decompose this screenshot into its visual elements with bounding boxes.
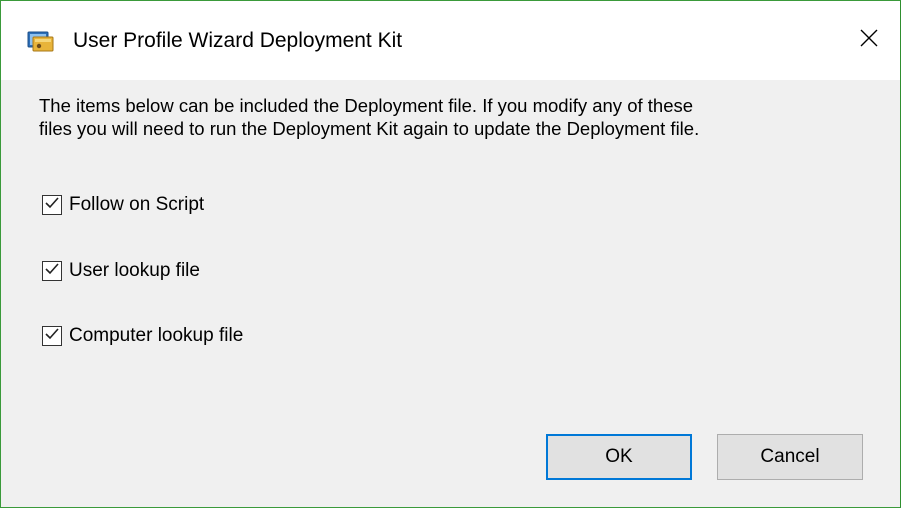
deployment-kit-icon bbox=[27, 29, 55, 53]
checkmark-icon bbox=[44, 196, 60, 215]
close-icon bbox=[859, 28, 879, 53]
title-bar[interactable]: User Profile Wizard Deployment Kit bbox=[1, 1, 900, 80]
ok-button[interactable]: OK bbox=[546, 434, 692, 480]
window-title: User Profile Wizard Deployment Kit bbox=[73, 29, 403, 52]
checkbox-label[interactable]: User lookup file bbox=[69, 259, 200, 283]
dialog-window: User Profile Wizard Deployment Kit The i… bbox=[0, 0, 901, 508]
checkbox-box[interactable] bbox=[42, 326, 62, 346]
checkbox-label[interactable]: Computer lookup file bbox=[69, 324, 243, 348]
checkbox-user-lookup-file[interactable]: User lookup file bbox=[42, 257, 200, 285]
dialog-content: The items below can be included the Depl… bbox=[1, 80, 900, 507]
checkmark-icon bbox=[44, 327, 60, 346]
cancel-button[interactable]: Cancel bbox=[717, 434, 863, 480]
description-text: The items below can be included the Depl… bbox=[39, 94, 879, 140]
checkbox-follow-on-script[interactable]: Follow on Script bbox=[42, 191, 204, 219]
checkmark-icon bbox=[44, 262, 60, 281]
checkbox-box[interactable] bbox=[42, 195, 62, 215]
checkbox-computer-lookup-file[interactable]: Computer lookup file bbox=[42, 322, 243, 350]
checkbox-label[interactable]: Follow on Script bbox=[69, 193, 204, 217]
close-button[interactable] bbox=[838, 1, 900, 80]
description-line-2: files you will need to run the Deploymen… bbox=[39, 118, 700, 139]
checkbox-box[interactable] bbox=[42, 261, 62, 281]
description-line-1: The items below can be included the Depl… bbox=[39, 95, 694, 116]
